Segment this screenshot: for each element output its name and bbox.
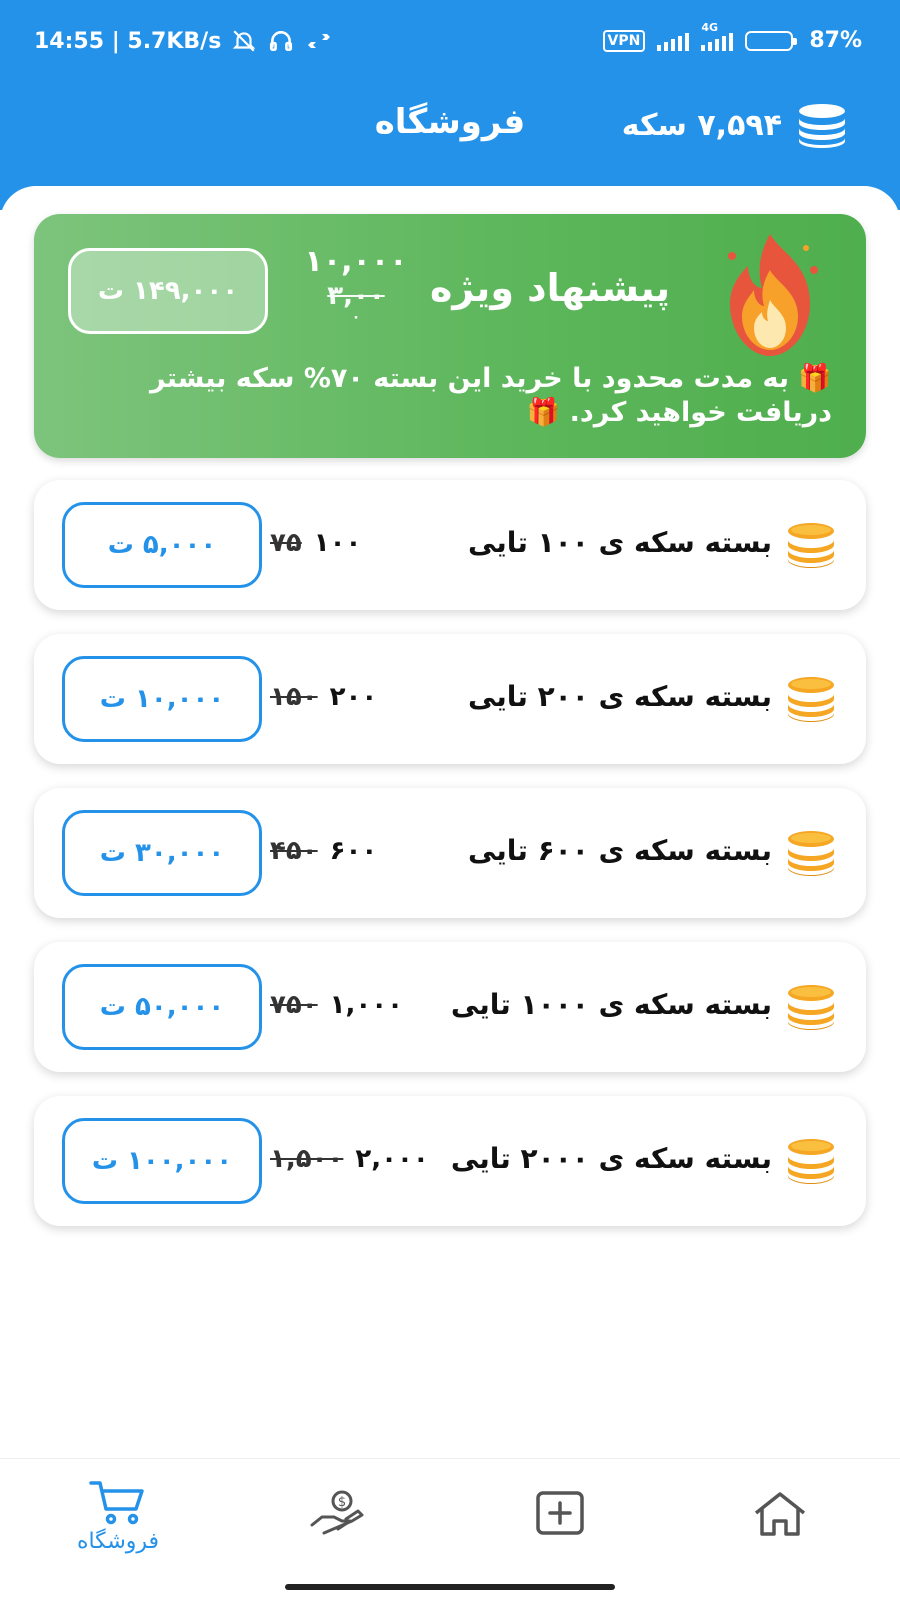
- nav-label-shop: فروشگاه: [76, 1529, 160, 1554]
- svg-text:$: $: [338, 1495, 346, 1510]
- package-old-amount: ۷۵: [270, 528, 302, 558]
- nav-item-add[interactable]: [500, 1491, 620, 1591]
- battery-level: 87%: [809, 28, 862, 53]
- special-offer-card[interactable]: پیشنهاد ویژه ۱۰,۰۰۰ ۳,۰۰ ۰ ۱۴۹,۰۰۰ ت 🎁 ب…: [34, 214, 866, 458]
- signal-4g-icon: [701, 31, 734, 51]
- package-old-amount: ۷۵۰: [270, 990, 318, 1020]
- package-old-amount: ۴۵۰: [270, 836, 318, 866]
- cart-icon: [89, 1481, 144, 1525]
- coin-stack-icon: [788, 985, 834, 1030]
- package-buy-button[interactable]: ۵۰,۰۰۰ ت: [62, 964, 262, 1050]
- package-card[interactable]: بسته سکه ی ۲۰۰ تایی ۱۵۰ ۲۰۰ ۱۰,۰۰۰ ت: [34, 634, 866, 764]
- status-bar: 14:55 | 5.7KB/s VPN 4G 87%: [0, 0, 900, 84]
- package-card[interactable]: بسته سکه ی ۱۰۰۰ تایی ۷۵۰ ۱,۰۰۰ ۵۰,۰۰۰ ت: [34, 942, 866, 1072]
- offer-title: پیشنهاد ویژه: [429, 266, 670, 310]
- package-buy-button[interactable]: ۱۰,۰۰۰ ت: [62, 656, 262, 742]
- package-amount: ۲۰۰: [329, 682, 378, 712]
- package-title: بسته سکه ی ۱۰۰۰ تایی: [450, 988, 772, 1021]
- offer-old-amount: ۳,۰۰: [327, 281, 385, 311]
- home-icon: [754, 1492, 806, 1536]
- package-buy-button[interactable]: ۱۰۰,۰۰۰ ت: [62, 1118, 262, 1204]
- package-buy-button[interactable]: ۵,۰۰۰ ت: [62, 502, 262, 588]
- package-card[interactable]: بسته سکه ی ۱۰۰ تایی ۷۵ ۱۰۰ ۵,۰۰۰ ت: [34, 480, 866, 610]
- package-title: بسته سکه ی ۶۰۰ تایی: [467, 834, 772, 867]
- hand-coin-icon: $: [310, 1490, 364, 1535]
- coin-stack-icon: [788, 677, 834, 722]
- offer-amounts: ۱۰,۰۰۰ ۳,۰۰ ۰: [286, 244, 426, 325]
- package-amount: ۱۰۰: [313, 528, 362, 558]
- package-amounts: ۱,۵۰۰ ۲,۰۰۰: [270, 1144, 429, 1174]
- sync-icon: [308, 34, 331, 48]
- package-amount: ۲,۰۰۰: [355, 1144, 429, 1174]
- package-card[interactable]: بسته سکه ی ۶۰۰ تایی ۴۵۰ ۶۰۰ ۳۰,۰۰۰ ت: [34, 788, 866, 918]
- coin-stack-icon: [788, 1139, 834, 1184]
- battery-icon: [745, 30, 798, 51]
- offer-amount: ۱۰,۰۰۰: [304, 244, 408, 279]
- signal-icon: [657, 31, 690, 51]
- package-title: بسته سکه ی ۲۰۰ تایی: [467, 680, 772, 713]
- package-old-amount: ۱۵۰: [270, 682, 318, 712]
- offer-description: 🎁 به مدت محدود با خرید این بسته ۷۰% سکه …: [149, 363, 832, 428]
- package-amounts: ۴۵۰ ۶۰۰: [270, 836, 377, 866]
- home-indicator[interactable]: [285, 1584, 615, 1590]
- package-amounts: ۷۵ ۱۰۰: [270, 528, 361, 558]
- package-amounts: ۱۵۰ ۲۰۰: [270, 682, 377, 712]
- status-time-speed: 14:55 | 5.7KB/s: [34, 28, 222, 54]
- fire-icon: [728, 234, 818, 356]
- package-title: بسته سکه ی ۲۰۰۰ تایی: [450, 1142, 772, 1175]
- nav-item-shop[interactable]: فروشگاه: [58, 1479, 178, 1579]
- headphones-icon: [270, 31, 293, 51]
- package-title: بسته سکه ی ۱۰۰ تایی: [467, 526, 772, 559]
- offer-buy-button[interactable]: ۱۴۹,۰۰۰ ت: [68, 248, 268, 334]
- package-amounts: ۷۵۰ ۱,۰۰۰: [270, 990, 403, 1020]
- package-card[interactable]: بسته سکه ی ۲۰۰۰ تایی ۱,۵۰۰ ۲,۰۰۰ ۱۰۰,۰۰۰…: [34, 1096, 866, 1226]
- network-4g-indicator: 4G: [701, 21, 734, 51]
- offer-old-amount-tail: ۰: [351, 309, 361, 325]
- coin-stack-icon: [788, 523, 834, 568]
- coin-balance: ۷,۵۹۴ سکه: [622, 102, 848, 148]
- coin-stack-icon: [799, 104, 845, 148]
- network-label: 4G: [701, 20, 719, 34]
- nav-item-home[interactable]: [720, 1491, 840, 1591]
- status-left: 14:55 | 5.7KB/s: [34, 28, 333, 54]
- add-square-icon: [536, 1491, 584, 1535]
- coin-balance-text: ۷,۵۹۴ سکه: [621, 107, 782, 143]
- mute-bell-icon: [233, 30, 256, 52]
- package-buy-button[interactable]: ۳۰,۰۰۰ ت: [62, 810, 262, 896]
- nav-item-earn[interactable]: $: [278, 1489, 398, 1589]
- package-old-amount: ۱,۵۰۰: [270, 1144, 344, 1174]
- bottom-navigation: فروشگاه $: [0, 1458, 900, 1600]
- package-amount: ۱,۰۰۰: [329, 990, 403, 1020]
- coin-stack-icon: [788, 831, 834, 876]
- status-right: VPN 4G 87%: [602, 21, 862, 53]
- app-bar: فروشگاه ۷,۵۹۴ سکه: [0, 84, 900, 184]
- package-amount: ۶۰۰: [329, 836, 378, 866]
- vpn-badge: VPN: [602, 29, 646, 52]
